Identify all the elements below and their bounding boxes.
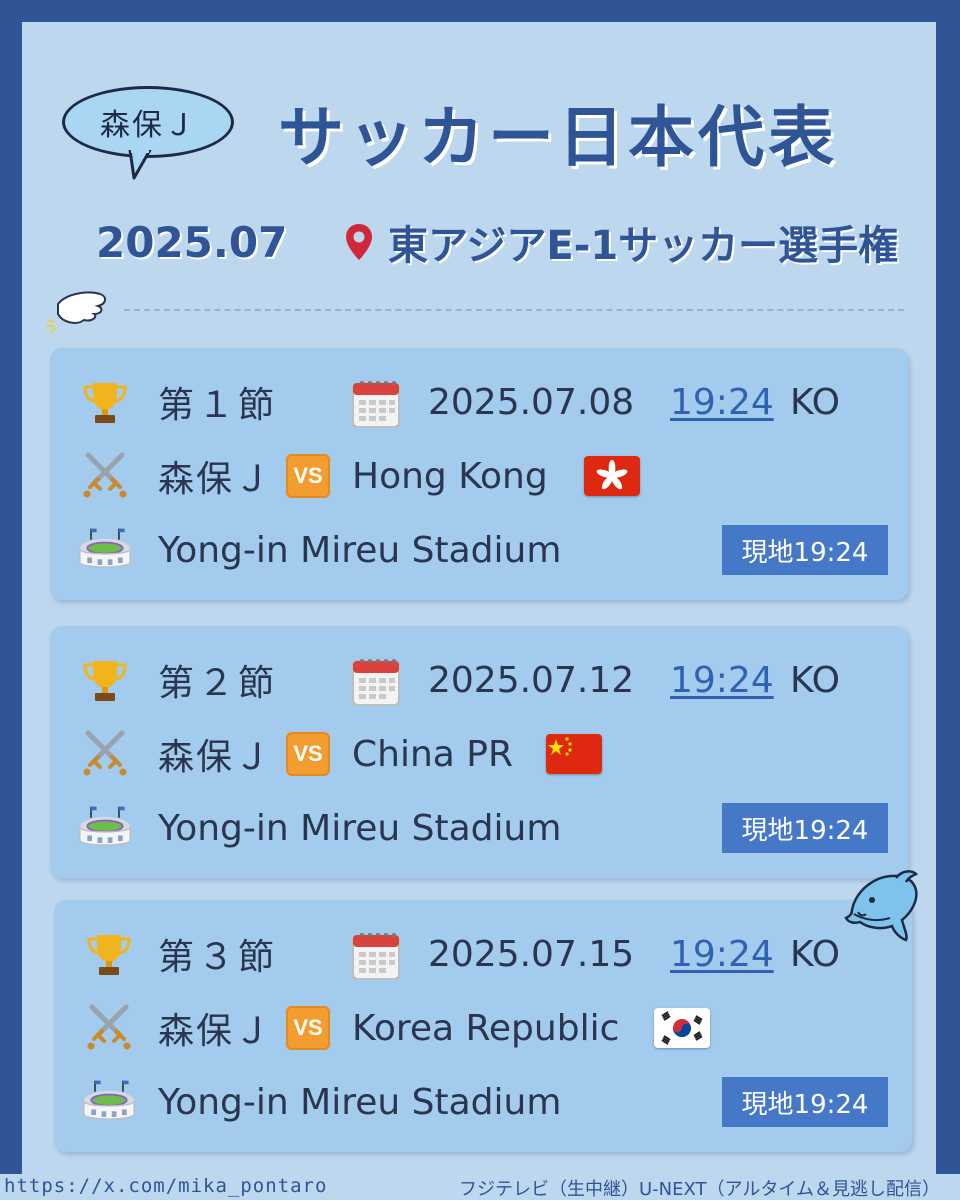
- calendar-icon: [350, 375, 402, 429]
- opponent-name: Hong Kong: [352, 455, 548, 497]
- map-pin-icon: [346, 224, 372, 260]
- round-label: 第２節: [158, 663, 279, 704]
- match-date: 2025.07.12: [428, 659, 635, 701]
- local-time-badge: 現地19:24: [722, 803, 888, 853]
- matchup-row: 森保Ｊ VS Hong Kong: [50, 446, 908, 506]
- broadcast-info: フジテレビ（生中継）U-NEXT（アルタイム＆見逃し配信）: [459, 1179, 940, 1200]
- venue-name: Yong-in Mireu Stadium: [158, 807, 562, 849]
- event-name: 東アジアE-1サッカー選手権: [388, 223, 899, 269]
- match-info-row: 第２節 2025.07.12 19:24 KO: [50, 650, 908, 710]
- vs-label: VS: [293, 741, 323, 766]
- crossed-swords-icon: [82, 1001, 136, 1055]
- bubble-label: 森保Ｊ: [100, 108, 196, 143]
- stadium-icon: [78, 523, 132, 577]
- kickoff-label: KO: [790, 659, 840, 701]
- page-title: サッカー日本代表: [278, 99, 838, 176]
- calendar-icon: [350, 927, 402, 981]
- subtitle-date: 2025.07: [96, 217, 288, 267]
- kickoff-label: KO: [790, 381, 840, 423]
- kickoff-time-link[interactable]: 19:24: [670, 382, 774, 423]
- matchup-row: 森保Ｊ VS China PR: [50, 724, 908, 784]
- team-name: 森保Ｊ: [158, 737, 273, 778]
- match-card-3: 第３節 2025.07.15 19:24 KO 森保Ｊ VS Korea Rep…: [54, 900, 912, 1152]
- local-time-badge: 現地19:24: [722, 1077, 888, 1127]
- local-time-label: 現地19:24: [741, 815, 869, 846]
- venue-name: Yong-in Mireu Stadium: [158, 529, 562, 571]
- match-info-row: 第３節 2025.07.15 19:24 KO: [54, 924, 912, 984]
- trophy-icon: [78, 375, 132, 429]
- team-name: 森保Ｊ: [158, 1011, 273, 1052]
- kickoff-time-link[interactable]: 19:24: [670, 660, 774, 701]
- vs-icon: VS: [286, 454, 330, 498]
- speech-bubble: 森保Ｊ: [62, 86, 234, 158]
- trophy-icon: [78, 653, 132, 707]
- vs-label: VS: [293, 1015, 323, 1040]
- venue-name: Yong-in Mireu Stadium: [158, 1081, 562, 1123]
- hong-kong-flag-icon: [584, 456, 640, 496]
- china-flag-icon: [546, 734, 602, 774]
- kickoff-label: KO: [790, 933, 840, 975]
- footer: https://x.com/mika_pontaro フジテレビ（生中継）U-N…: [0, 1174, 960, 1200]
- match-card-2: 第２節 2025.07.12 19:24 KO 森保Ｊ VS China PR …: [50, 626, 908, 878]
- venue-row: Yong-in Mireu Stadium 現地19:24: [50, 520, 908, 580]
- wing-icon: [46, 291, 106, 333]
- profile-url-link[interactable]: https://x.com/mika_pontaro: [4, 1175, 327, 1197]
- opponent-name: Korea Republic: [352, 1007, 620, 1049]
- matchup-row: 森保Ｊ VS Korea Republic: [54, 998, 912, 1058]
- kickoff-time-link[interactable]: 19:24: [670, 934, 774, 975]
- stadium-icon: [78, 801, 132, 855]
- subtitle-row: 2025.07 東アジアE-1サッカー選手権: [96, 212, 916, 272]
- local-time-label: 現地19:24: [741, 537, 869, 568]
- opponent-name: China PR: [352, 733, 513, 775]
- stadium-icon: [82, 1075, 136, 1129]
- trophy-icon: [82, 927, 136, 981]
- vs-label: VS: [293, 463, 323, 488]
- local-time-badge: 現地19:24: [722, 525, 888, 575]
- divider: [124, 309, 904, 311]
- match-info-row: 第１節 2025.07.08 19:24 KO: [50, 372, 908, 432]
- venue-row: Yong-in Mireu Stadium 現地19:24: [54, 1072, 912, 1132]
- match-date: 2025.07.15: [428, 933, 635, 975]
- crossed-swords-icon: [78, 449, 132, 503]
- venue-row: Yong-in Mireu Stadium 現地19:24: [50, 798, 908, 858]
- dolphin-icon: [844, 870, 919, 942]
- match-card-1: 第１節 2025.07.08 19:24 KO 森保Ｊ VS Hong Kong…: [50, 348, 908, 600]
- local-time-label: 現地19:24: [741, 1089, 869, 1120]
- round-label: 第３節: [158, 937, 279, 978]
- bubble-tail-icon: [128, 150, 152, 180]
- vs-icon: VS: [286, 1006, 330, 1050]
- team-name: 森保Ｊ: [158, 459, 273, 500]
- south-korea-flag-icon: [654, 1008, 710, 1048]
- match-date: 2025.07.08: [428, 381, 635, 423]
- crossed-swords-icon: [78, 727, 132, 781]
- round-label: 第１節: [158, 385, 279, 426]
- vs-icon: VS: [286, 732, 330, 776]
- calendar-icon: [350, 653, 402, 707]
